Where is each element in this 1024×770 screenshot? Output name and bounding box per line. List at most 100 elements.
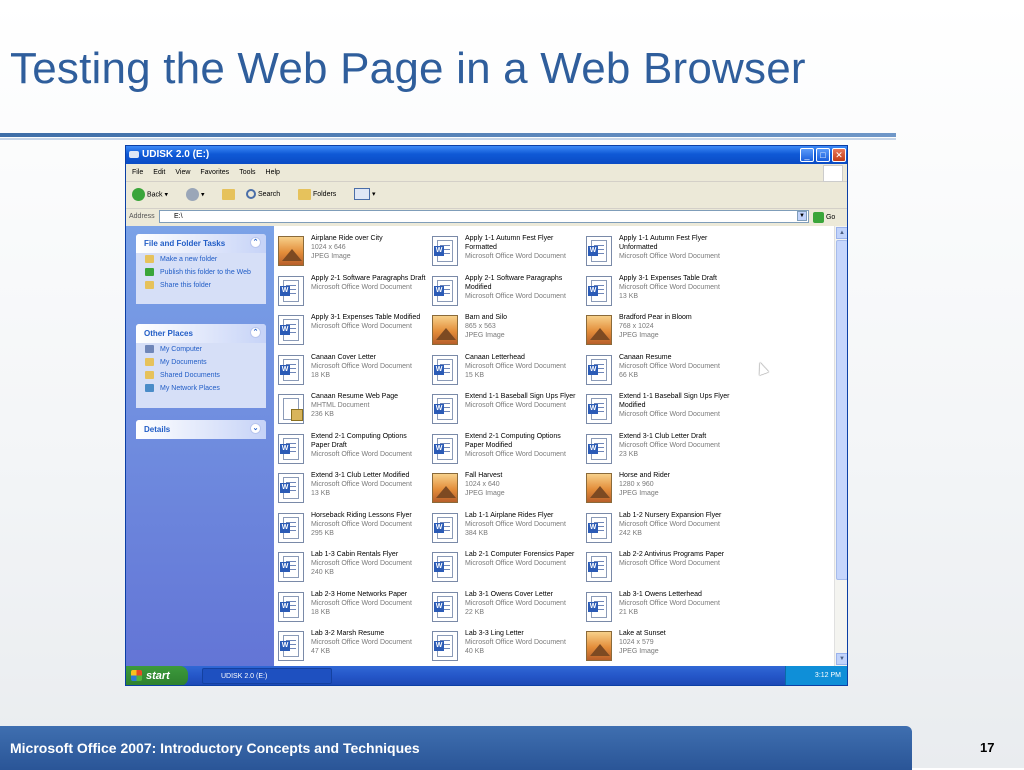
- file-name: Lab 3-1 Owens Letterhead: [619, 590, 702, 598]
- minimize-button[interactable]: _: [800, 148, 814, 162]
- file-item[interactable]: W Extend 1-1 Baseball Sign Ups Flyer Modi…: [582, 390, 734, 428]
- word-document-icon: W: [278, 275, 304, 306]
- task-link-icon: [145, 384, 154, 392]
- file-name: Apply 2-1 Software Paragraphs Modified: [465, 274, 563, 291]
- task-link[interactable]: My Documents: [136, 356, 266, 369]
- file-item[interactable]: W Lab 3-1 Owens Cover Letter Microsoft Off…: [428, 588, 580, 626]
- file-details: Extend 1-1 Baseball Sign Ups Flyer Micros…: [465, 392, 581, 410]
- expand-chevron-icon[interactable]: ⌄: [250, 423, 261, 434]
- file-item[interactable]: W Apply 2-1 Software Paragraphs Draft Micr…: [274, 272, 426, 310]
- file-item[interactable]: Canaan Resume Web Page MHTML Document 236 …: [274, 390, 426, 428]
- file-details: Lab 3-3 Ling Letter Microsoft Office Word…: [465, 629, 581, 656]
- file-name: Lab 2-1 Computer Forensics Paper: [465, 551, 575, 558]
- other-places-header[interactable]: Other Places ⌃: [136, 324, 266, 343]
- up-folder-icon: [222, 188, 235, 200]
- file-item[interactable]: W Lab 3-3 Ling Letter Microsoft Office Wor…: [428, 627, 580, 665]
- file-item[interactable]: W Lab 1-3 Cabin Rentals Flyer Microsoft Of…: [274, 548, 426, 586]
- task-link[interactable]: Share this folder: [136, 279, 266, 292]
- word-document-icon: W: [432, 552, 458, 582]
- file-item[interactable]: W Lab 1-2 Nursery Expansion Flyer Microsof…: [582, 509, 734, 547]
- file-folder-tasks-header[interactable]: File and Folder Tasks ⌃: [136, 234, 266, 253]
- collapse-chevron-icon[interactable]: ⌃: [250, 237, 261, 248]
- word-document-icon: W: [586, 275, 612, 306]
- scroll-up-button[interactable]: ▲: [836, 227, 847, 239]
- file-item[interactable]: W Apply 3-1 Expenses Table Modified Micros…: [274, 311, 426, 349]
- file-name: Lab 1-1 Airplane Rides Flyer: [465, 511, 554, 519]
- up-folder-button[interactable]: [222, 188, 235, 202]
- address-dropdown-button[interactable]: ▼: [797, 211, 807, 221]
- menu-help[interactable]: Help: [266, 169, 280, 176]
- menu-file[interactable]: File: [132, 169, 143, 176]
- file-item[interactable]: W Extend 1-1 Baseball Sign Ups Flyer Micro…: [428, 390, 580, 428]
- file-item[interactable]: W Extend 2-1 Computing Options Paper Draf…: [274, 430, 426, 468]
- file-item[interactable]: Horse and Rider 1280 x 960 JPEG Image: [582, 469, 734, 507]
- file-name: Bradford Pear in Bloom: [619, 314, 692, 321]
- task-link[interactable]: Publish this folder to the Web: [136, 266, 266, 279]
- file-info: 13 KB: [619, 292, 639, 300]
- task-link-label: Share this folder: [160, 282, 211, 289]
- file-item[interactable]: W Extend 2-1 Computing Options Paper Modi…: [428, 430, 580, 468]
- file-item[interactable]: W Apply 1-1 Autumn Fest Flyer Unformatted…: [582, 232, 734, 270]
- file-details: Lab 2-2 Antivirus Programs Paper Microsof…: [619, 550, 735, 568]
- file-info: Microsoft Office Word Document: [619, 411, 720, 418]
- file-info: JPEG Image: [619, 490, 659, 497]
- file-item[interactable]: Lake at Sunset 1024 x 579 JPEG Image: [582, 627, 734, 665]
- file-item[interactable]: W Lab 1-1 Airplane Rides Flyer Microsoft O…: [428, 509, 580, 547]
- task-link[interactable]: My Computer: [136, 343, 266, 356]
- menu-edit[interactable]: Edit: [153, 169, 165, 176]
- file-item[interactable]: W Lab 3-1 Owens Letterhead Microsoft Offic…: [582, 588, 734, 626]
- start-button[interactable]: start: [126, 666, 188, 685]
- file-info: Microsoft Office Word Document: [465, 639, 566, 646]
- scroll-down-button[interactable]: ▼: [836, 653, 847, 665]
- go-button[interactable]: Go: [813, 210, 835, 226]
- task-link[interactable]: Shared Documents: [136, 369, 266, 382]
- back-button[interactable]: Back ▾: [132, 188, 168, 202]
- file-item[interactable]: W Lab 2-3 Home Networks Paper Microsoft Of…: [274, 588, 426, 626]
- details-header[interactable]: Details ⌄: [136, 420, 266, 439]
- file-name: Barn and Silo: [465, 314, 508, 321]
- menu-favorites[interactable]: Favorites: [200, 169, 229, 176]
- file-item[interactable]: Bradford Pear in Bloom 768 x 1024 JPEG Ima…: [582, 311, 734, 349]
- file-item[interactable]: W Lab 3-2 Marsh Resume Microsoft Office Wo…: [274, 627, 426, 665]
- file-name: Canaan Cover Letter: [311, 353, 376, 361]
- window-title-bar[interactable]: UDISK 2.0 (E:) _ □ ✕: [126, 146, 847, 164]
- taskbar-window-button[interactable]: UDISK 2.0 (E:): [202, 668, 332, 684]
- file-item[interactable]: W Lab 2-2 Antivirus Programs Paper Microso…: [582, 548, 734, 586]
- file-item[interactable]: W Apply 2-1 Software Paragraphs Modified M…: [428, 272, 580, 310]
- file-name: Apply 3-1 Expenses Table Modified: [311, 314, 421, 321]
- file-item[interactable]: Barn and Silo 865 x 563 JPEG Image: [428, 311, 580, 349]
- file-item[interactable]: W Apply 1-1 Autumn Fest Flyer Formatted Mi…: [428, 232, 580, 270]
- task-link[interactable]: My Network Places: [136, 382, 266, 395]
- task-link[interactable]: Make a new folder: [136, 253, 266, 266]
- file-item[interactable]: W Extend 3-1 Club Letter Modified Microsof…: [274, 469, 426, 507]
- file-item[interactable]: Airplane Ride over City 1024 x 646 JPEG Im…: [274, 232, 426, 270]
- search-button[interactable]: Search: [246, 188, 280, 202]
- vertical-scrollbar[interactable]: ▲ ▼: [834, 226, 847, 666]
- file-details: Lab 1-1 Airplane Rides Flyer Microsoft Of…: [465, 511, 581, 538]
- mhtml-document-icon: [278, 394, 304, 424]
- scroll-thumb[interactable]: [836, 240, 847, 580]
- file-info: Microsoft Office Word Document: [619, 560, 720, 567]
- file-item[interactable]: W Apply 3-1 Expenses Table Draft Microsoft…: [582, 272, 734, 310]
- folders-button[interactable]: Folders: [298, 188, 336, 202]
- views-button[interactable]: ▾: [354, 188, 375, 202]
- go-label: Go: [825, 214, 836, 221]
- menu-tools[interactable]: Tools: [239, 169, 255, 176]
- address-input[interactable]: E:\: [159, 210, 809, 223]
- collapse-chevron-icon[interactable]: ⌃: [250, 327, 261, 338]
- file-name: Extend 3-1 Club Letter Modified: [311, 472, 410, 479]
- file-item[interactable]: W Horseback Riding Lessons Flyer Microsoft…: [274, 509, 426, 547]
- file-info: 18 KB: [311, 608, 331, 616]
- file-item[interactable]: W Lab 2-1 Computer Forensics Paper Microso…: [428, 548, 580, 586]
- file-name: Canaan Resume: [619, 353, 672, 361]
- forward-button[interactable]: ▾: [186, 188, 204, 202]
- file-item[interactable]: Fall Harvest 1024 x 640 JPEG Image: [428, 469, 580, 507]
- file-info: 384 KB: [465, 529, 488, 537]
- maximize-button[interactable]: □: [816, 148, 830, 162]
- file-item[interactable]: W Canaan Cover Letter Microsoft Office Wor…: [274, 351, 426, 389]
- menu-view[interactable]: View: [175, 169, 190, 176]
- file-item[interactable]: W Canaan Resume Microsoft Office Word Docu…: [582, 351, 734, 389]
- close-button[interactable]: ✕: [832, 148, 846, 162]
- file-item[interactable]: W Canaan Letterhead Microsoft Office Word …: [428, 351, 580, 389]
- file-item[interactable]: W Extend 3-1 Club Letter Draft Microsoft O…: [582, 430, 734, 468]
